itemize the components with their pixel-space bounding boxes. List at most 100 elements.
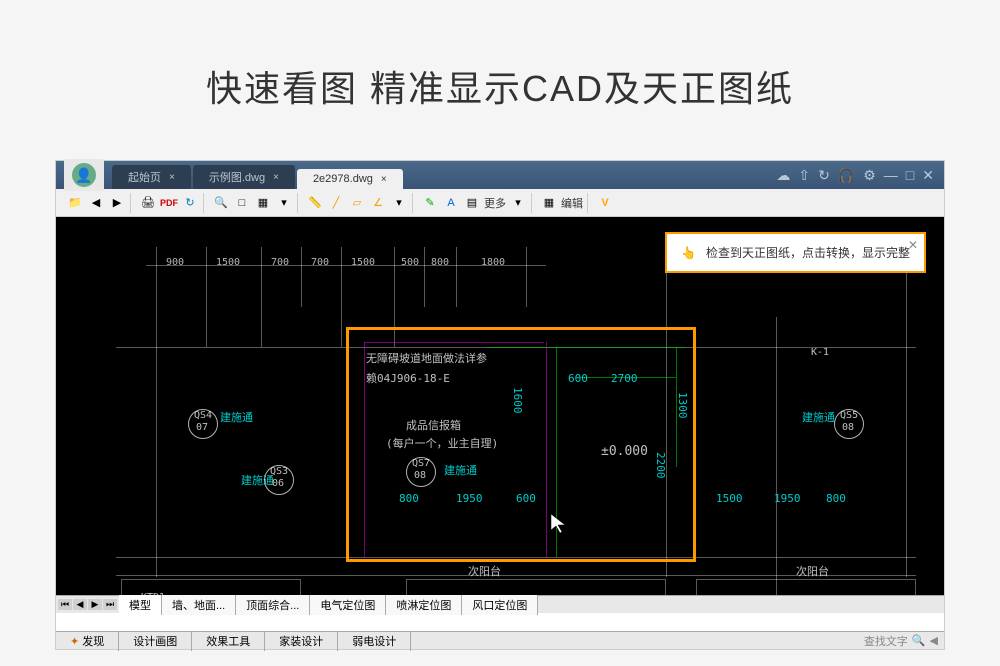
chevron-down-icon[interactable]: ▾ xyxy=(275,194,293,212)
close-icon[interactable]: ✕ xyxy=(908,238,918,252)
layout-tabs-bar: ⏮ ◀ ▶ ⏭ 模型 墙、地面... 顶面综合... 电气定位图 喷淋定位图 风… xyxy=(56,595,944,613)
maximize-icon[interactable]: □ xyxy=(906,167,914,184)
zoom-icon[interactable]: 🔍 xyxy=(212,194,230,212)
layout-tab-model[interactable]: 模型 xyxy=(119,595,162,615)
angle-icon[interactable]: ∠ xyxy=(369,194,387,212)
more-button[interactable]: 更多 xyxy=(484,195,506,211)
status-home[interactable]: 家装设计 xyxy=(265,631,338,651)
text-icon[interactable]: A xyxy=(442,194,460,212)
layers-icon[interactable]: ▤ xyxy=(463,194,481,212)
status-tools[interactable]: 效果工具 xyxy=(192,631,265,651)
cad-vline xyxy=(261,247,262,347)
chevron-down-icon[interactable]: ▾ xyxy=(509,194,527,212)
open-icon[interactable]: 📁 xyxy=(66,194,84,212)
close-window-icon[interactable]: ✕ xyxy=(922,167,934,184)
box-icon[interactable]: □ xyxy=(233,194,251,212)
status-bar: ✦ 发现 设计画图 效果工具 家装设计 弱电设计 查找文字 🔍 ◀ xyxy=(56,631,944,649)
notification-text: 检查到天正图纸，点击转换，显示完整 xyxy=(706,244,910,261)
tianzheng-notification[interactable]: 👆 检查到天正图纸，点击转换，显示完整 ✕ xyxy=(665,232,926,273)
cad-vline xyxy=(301,247,302,307)
print-icon[interactable]: 🖨 xyxy=(139,194,157,212)
prev-tab-icon[interactable]: ◀ xyxy=(73,599,87,610)
annotation-text: 赖04J906-18-E xyxy=(366,370,450,386)
cad-vline xyxy=(776,317,777,597)
pointer-icon: 👆 xyxy=(681,246,696,260)
tab-label: 2e2978.dwg xyxy=(313,173,373,185)
jst-label: 建施通 xyxy=(220,409,253,425)
area-icon[interactable]: ▱ xyxy=(348,194,366,212)
avatar-icon: 👤 xyxy=(72,163,96,187)
search-icon[interactable]: 🔍 xyxy=(912,634,926,647)
cad-vline xyxy=(206,247,207,347)
cursor xyxy=(551,514,571,539)
symbol-label: 06 xyxy=(272,478,284,489)
dimension-label: 600 xyxy=(516,492,536,505)
refresh-icon[interactable]: ↻ xyxy=(181,194,199,212)
symbol-label: QS3 xyxy=(270,466,288,477)
tab-current[interactable]: 2e2978.dwg × xyxy=(297,169,403,189)
drawing-canvas[interactable]: 900 1500 700 700 1500 500 800 1800 xyxy=(56,217,944,613)
tab-start[interactable]: 起始页× xyxy=(112,165,191,189)
symbol-label: QS4 xyxy=(194,410,212,421)
close-icon[interactable]: × xyxy=(381,174,387,185)
vip-icon[interactable]: V xyxy=(596,194,614,212)
gear-icon[interactable]: ⚙ xyxy=(863,167,876,184)
back-icon[interactable]: ◀ xyxy=(87,194,105,212)
dimension-label: 1600 xyxy=(511,387,524,414)
tab-example[interactable]: 示例图.dwg× xyxy=(193,165,295,189)
status-electrical[interactable]: 弱电设计 xyxy=(338,631,411,651)
dimension-label: 700 xyxy=(311,257,329,268)
symbol-label: QS5 xyxy=(840,410,858,421)
pdf-icon[interactable]: PDF xyxy=(160,194,178,212)
window-controls: ☁ ⇧ ↻ 🎧 ⚙ — □ ✕ xyxy=(766,167,944,184)
user-avatar[interactable]: 👤 xyxy=(64,159,104,191)
layout-tab[interactable]: 喷淋定位图 xyxy=(386,595,462,615)
annotation-text: 成品信报箱 xyxy=(406,417,461,433)
chevron-down-icon[interactable]: ▾ xyxy=(390,194,408,212)
last-tab-icon[interactable]: ⏭ xyxy=(103,599,117,610)
next-tab-icon[interactable]: ▶ xyxy=(88,599,102,610)
dimension-label: 1300 xyxy=(676,392,689,419)
measure-icon[interactable]: 📏 xyxy=(306,194,324,212)
dimension-label: 800 xyxy=(431,257,449,268)
dimension-label: 1500 xyxy=(216,257,240,268)
document-tabs: 起始页× 示例图.dwg× 2e2978.dwg × xyxy=(112,161,766,189)
status-discover[interactable]: ✦ 发现 xyxy=(56,631,119,651)
jst-label: 建施通 xyxy=(802,409,835,425)
layout-tab[interactable]: 风口定位图 xyxy=(462,595,538,615)
forward-icon[interactable]: ▶ xyxy=(108,194,126,212)
minimize-icon[interactable]: — xyxy=(884,167,898,184)
dimension-label: 600 xyxy=(568,372,588,385)
first-tab-icon[interactable]: ⏮ xyxy=(58,599,72,610)
layout-tab[interactable]: 顶面综合... xyxy=(236,595,310,615)
dimension-label: 1500 xyxy=(716,492,743,505)
cad-vline xyxy=(906,247,907,577)
marketing-headline: 快速看图 精准显示CAD及天正图纸 xyxy=(0,0,1000,152)
support-icon[interactable]: 🎧 xyxy=(838,167,855,184)
chevron-left-icon[interactable]: ◀ xyxy=(930,634,938,647)
balcony-label: 次阳台 xyxy=(468,563,501,579)
search-placeholder: 查找文字 xyxy=(864,633,908,649)
line-icon[interactable]: ╱ xyxy=(327,194,345,212)
edit-icon[interactable]: ▦ xyxy=(540,194,558,212)
upload-icon[interactable]: ⇧ xyxy=(798,167,810,184)
close-icon[interactable]: × xyxy=(169,172,175,183)
layout-tab[interactable]: 墙、地面... xyxy=(162,595,236,615)
search-input[interactable]: 查找文字 🔍 ◀ xyxy=(858,633,944,649)
draw-icon[interactable]: ✎ xyxy=(421,194,439,212)
dimension-label: 1950 xyxy=(774,492,801,505)
cloud-icon[interactable]: ☁ xyxy=(776,167,790,184)
sync-icon[interactable]: ↻ xyxy=(818,167,830,184)
status-design[interactable]: 设计画图 xyxy=(119,631,192,651)
nav-icon[interactable]: ▦ xyxy=(254,194,272,212)
dimension-label: 1950 xyxy=(456,492,483,505)
close-icon[interactable]: × xyxy=(273,172,279,183)
dimension-label: 1500 xyxy=(351,257,375,268)
symbol-label: 08 xyxy=(842,422,854,433)
edit-button[interactable]: 编辑 xyxy=(561,195,583,211)
annotation-text: (每户一个，业主自理) xyxy=(386,435,498,451)
layout-tab[interactable]: 电气定位图 xyxy=(310,595,386,615)
annotation-text: 无障碍坡道地面做法详参 xyxy=(366,350,487,366)
dimension-label: 2200 xyxy=(654,452,667,479)
toolbar: 📁 ◀ ▶ 🖨 PDF ↻ 🔍 □ ▦ ▾ 📏 ╱ ▱ ∠ ▾ ✎ A ▤ 更多… xyxy=(56,189,944,217)
